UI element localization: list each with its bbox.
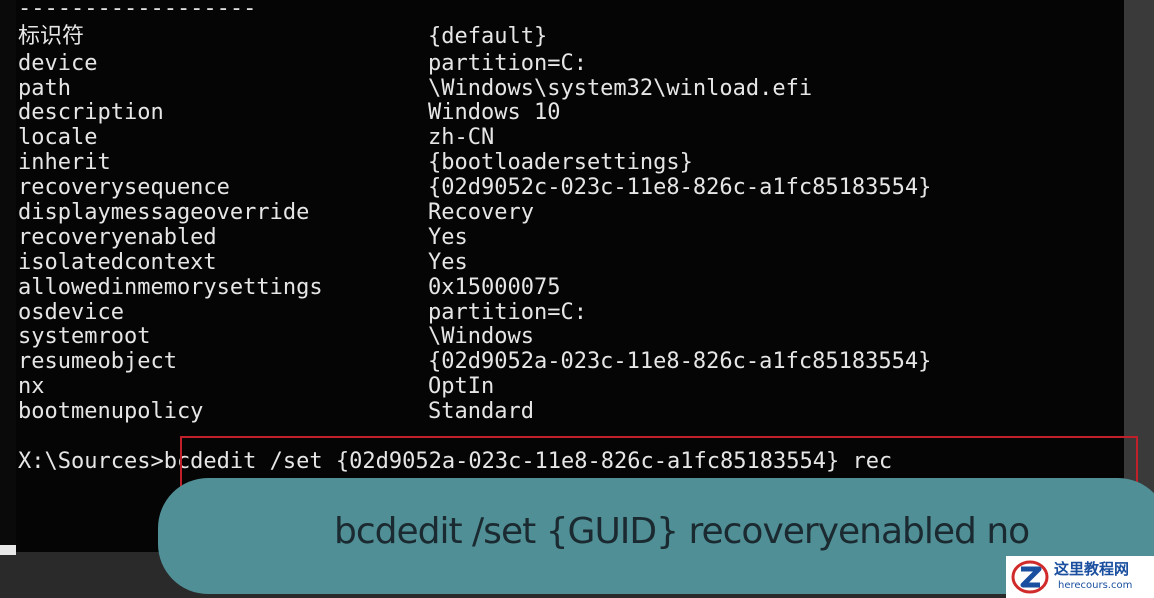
entry-value: zh-CN — [428, 125, 495, 150]
entry-key: nx — [18, 374, 45, 399]
z-logo-icon — [1011, 560, 1049, 594]
entry-key: osdevice — [18, 300, 124, 325]
watermark-url: herecours.com — [1058, 580, 1133, 591]
entry-osdevice: osdevice partition=C: — [18, 300, 587, 325]
entry-description: description Windows 10 — [18, 100, 560, 125]
entry-key: systemroot — [18, 324, 151, 349]
entry-value: {02d9052a-023c-11e8-826c-a1fc85183554} — [428, 349, 932, 374]
entry-value: \Windows — [428, 324, 534, 349]
entry-recoveryenabled: recoveryenabled Yes — [18, 225, 468, 250]
entry-value: {bootloadersettings} — [428, 150, 693, 175]
entry-displaymessageoverride: displaymessageoverride Recovery — [18, 200, 534, 225]
entry-recoverysequence: recoverysequence {02d9052c-023c-11e8-826… — [18, 175, 931, 200]
entry-value: Windows 10 — [428, 100, 561, 125]
entry-key: bootmenupolicy — [18, 399, 204, 424]
entry-key: inherit — [18, 150, 111, 175]
entry-value: \Windows\system32\winload.efi — [428, 76, 813, 101]
entry-value: {default} — [428, 24, 548, 49]
entry-key: locale — [18, 125, 98, 150]
entry-value: partition=C: — [428, 300, 587, 325]
entry-isolatedcontext: isolatedcontext Yes — [18, 250, 468, 275]
watermark-logo: 这里教程网 herecours.com — [1006, 556, 1154, 598]
entry-key: isolatedcontext — [18, 250, 217, 275]
console-left-edge — [0, 0, 16, 552]
white-edge-mark — [0, 545, 16, 555]
entry-value: Standard — [428, 399, 534, 424]
entry-path: path \Windows\system32\winload.efi — [18, 76, 812, 101]
entry-value: partition=C: — [428, 51, 587, 76]
separator-dashes: ------------------ — [18, 0, 257, 21]
entry-value: 0x15000075 — [428, 275, 561, 300]
subtitle-caption: bcdedit /set {GUID} recoveryenabled no — [158, 478, 1154, 594]
entry-systemroot: systemroot \Windows — [18, 324, 534, 349]
entry-value: Yes — [428, 225, 468, 250]
entry-value: Yes — [428, 250, 468, 275]
watermark-title: 这里教程网 — [1054, 560, 1130, 578]
entry-key: recoverysequence — [18, 175, 230, 200]
entry-key: resumeobject — [18, 349, 177, 374]
entry-value: OptIn — [428, 374, 495, 399]
entry-key: device — [18, 51, 98, 76]
entry-key: 标识符 — [18, 24, 85, 49]
caption-text: bcdedit /set {GUID} recoveryenabled no — [334, 511, 1030, 552]
entry-allowedinmemorysettings: allowedinmemorysettings 0x15000075 — [18, 275, 560, 300]
entry-key: recoveryenabled — [18, 225, 217, 250]
entry-key: displaymessageoverride — [18, 200, 310, 225]
entry-inherit: inherit {bootloadersettings} — [18, 150, 693, 175]
entry-key: description — [18, 100, 164, 125]
entry-locale: locale zh-CN — [18, 125, 494, 150]
entry-resumeobject: resumeobject {02d9052a-023c-11e8-826c-a1… — [18, 349, 931, 374]
entry-identifier: 标识符 {default} — [18, 24, 547, 49]
entry-bootmenupolicy: bootmenupolicy Standard — [18, 399, 534, 424]
entry-nx: nx OptIn — [18, 374, 494, 399]
entry-value: Recovery — [428, 200, 534, 225]
entry-value: {02d9052c-023c-11e8-826c-a1fc85183554} — [428, 175, 932, 200]
entry-key: path — [18, 76, 71, 101]
entry-device: device partition=C: — [18, 51, 587, 76]
entry-key: allowedinmemorysettings — [18, 275, 323, 300]
